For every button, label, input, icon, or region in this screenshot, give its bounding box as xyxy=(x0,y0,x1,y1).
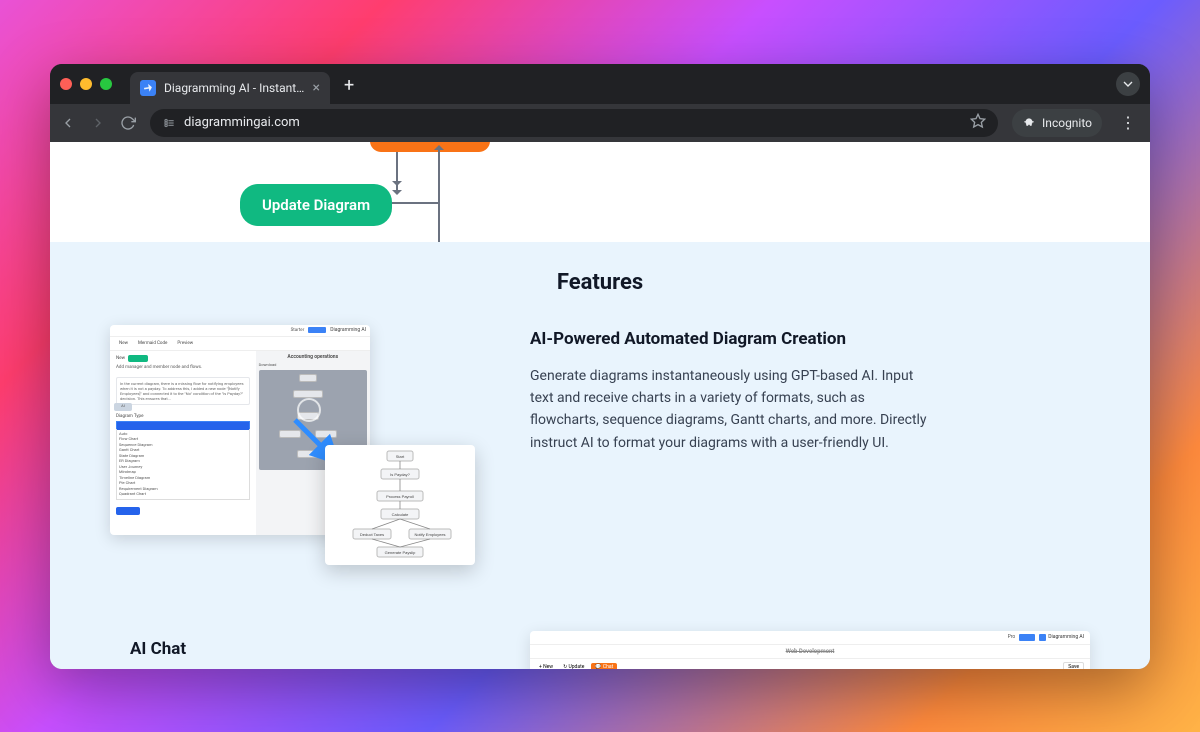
browser-window: Diagramming AI - Instantly De × + diagra… xyxy=(50,64,1150,669)
forward-button[interactable] xyxy=(90,115,106,131)
svg-text:Deduct Taxes: Deduct Taxes xyxy=(360,532,384,537)
browser-tabbar: Diagramming AI - Instantly De × + xyxy=(50,64,1150,104)
window-controls xyxy=(60,78,112,90)
minimize-window-button[interactable] xyxy=(80,78,92,90)
url-text: diagrammingai.com xyxy=(184,115,300,130)
maximize-window-button[interactable] xyxy=(100,78,112,90)
diagram-arrow xyxy=(396,152,398,190)
page-content: Update Diagram Features StarterDiagrammi… xyxy=(50,142,1150,669)
svg-text:Process Payroll: Process Payroll xyxy=(386,494,414,499)
screenshot-aichat: Pro Diagramming AI Web Development + New… xyxy=(530,631,1090,669)
close-window-button[interactable] xyxy=(60,78,72,90)
svg-text:Generate Payslip: Generate Payslip xyxy=(385,550,416,555)
hero-diagram-fragment: Update Diagram xyxy=(50,142,1150,242)
diagram-node-orange xyxy=(370,142,490,152)
feature-title-aichat: AI Chat xyxy=(130,639,490,659)
update-diagram-button[interactable]: Update Diagram xyxy=(240,184,392,226)
reload-button[interactable] xyxy=(120,115,136,131)
feature-row-aichat: AI Chat Pro Diagramming AI Web Developme… xyxy=(50,635,1150,669)
tab-title: Diagramming AI - Instantly De xyxy=(164,81,305,95)
browser-menu-button[interactable]: ⋮ xyxy=(1116,113,1140,132)
feature-text-automated: AI-Powered Automated Diagram Creation Ge… xyxy=(530,325,1090,455)
new-tab-button[interactable]: + xyxy=(338,75,360,96)
feature-screenshot-group: StarterDiagramming AI NewMermaid CodePre… xyxy=(110,325,490,575)
browser-tab[interactable]: Diagramming AI - Instantly De × xyxy=(130,72,330,104)
svg-text:Is Payday?: Is Payday? xyxy=(390,472,411,477)
incognito-label: Incognito xyxy=(1042,116,1092,130)
svg-text:Start: Start xyxy=(396,454,405,459)
bookmark-icon[interactable] xyxy=(970,113,986,133)
feature-row-automated: StarterDiagramming AI NewMermaid CodePre… xyxy=(50,325,1150,635)
svg-text:Calculate: Calculate xyxy=(392,512,409,517)
feature-title: AI-Powered Automated Diagram Creation xyxy=(530,329,1090,349)
close-tab-icon[interactable]: × xyxy=(313,80,320,96)
browser-toolbar: diagrammingai.com Incognito ⋮ xyxy=(50,104,1150,142)
back-button[interactable] xyxy=(60,115,76,131)
incognito-badge[interactable]: Incognito xyxy=(1012,109,1102,137)
feature-body: Generate diagrams instantaneously using … xyxy=(530,365,930,455)
svg-text:Notify Employees: Notify Employees xyxy=(414,532,445,537)
features-section: Features StarterDiagramming AI NewMermai… xyxy=(50,242,1150,669)
site-info-icon[interactable] xyxy=(162,116,176,130)
screenshot-flowchart: Start Is Payday? Process Payroll Calcula… xyxy=(325,445,475,565)
address-bar[interactable]: diagrammingai.com xyxy=(150,109,998,137)
expand-tabs-button[interactable] xyxy=(1116,72,1140,96)
features-heading: Features xyxy=(50,270,1150,295)
tab-favicon xyxy=(140,80,156,96)
